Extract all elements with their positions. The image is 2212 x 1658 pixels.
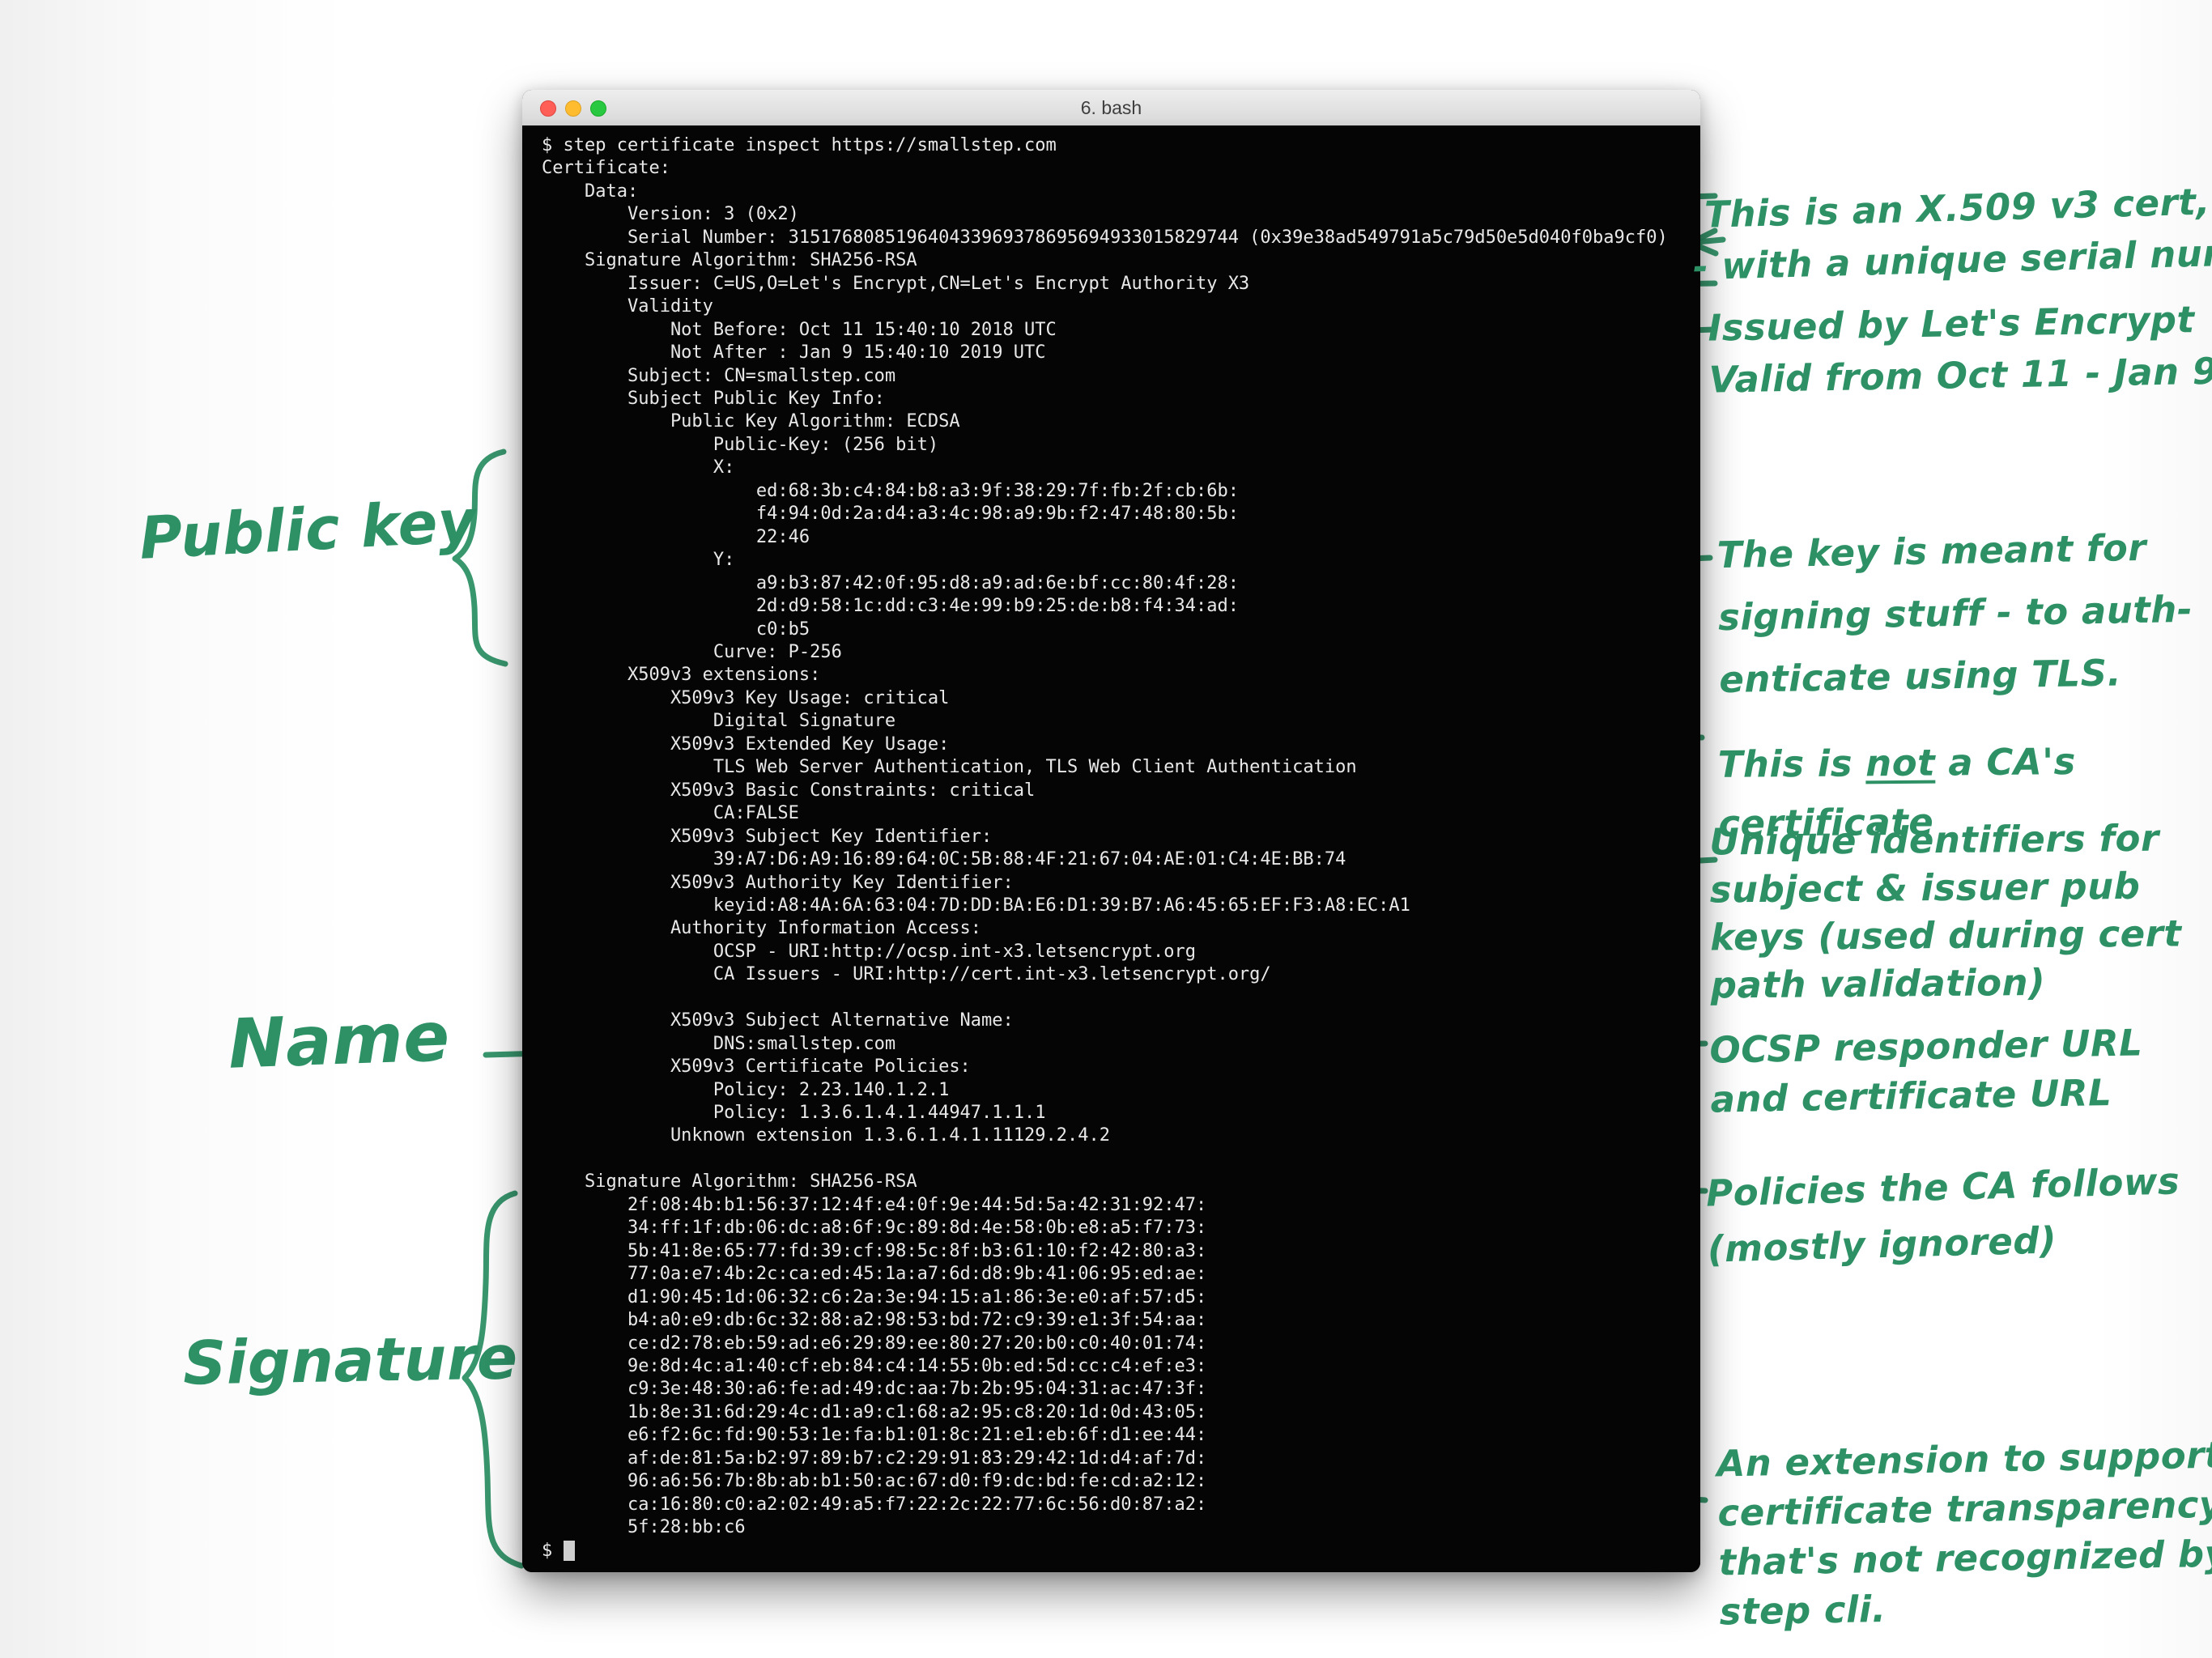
page: Public key Name Signature 6. bash $ step…: [0, 0, 2212, 1658]
terminal-line: a9:b3:87:42:0f:95:d8:a9:ad:6e:bf:cc:80:4…: [542, 572, 1700, 595]
terminal-line: X509v3 Key Usage: critical: [542, 687, 1700, 710]
note-line: that's not recognized by: [1718, 1529, 2212, 1588]
note-line: Issued by Let's Encrypt: [1708, 293, 2212, 354]
terminal-line: 77:0a:e7:4b:2c:ca:ed:45:1a:a7:6d:d8:9b:4…: [542, 1263, 1700, 1286]
note-issued-by: Issued by Let's Encrypt Valid from Oct 1…: [1708, 293, 2212, 406]
terminal-line: X509v3 Extended Key Usage:: [542, 733, 1700, 756]
note-line: Unique identifiers for: [1709, 814, 2181, 865]
terminal-line: DNS:smallstep.com: [542, 1033, 1700, 1056]
terminal-line: X509v3 Basic Constraints: critical: [542, 780, 1700, 802]
terminal-line: Signature Algorithm: SHA256-RSA: [542, 1171, 1700, 1193]
terminal-line: 39:A7:D6:A9:16:89:64:0C:5B:88:4F:21:67:0…: [542, 848, 1700, 871]
terminal-line: Y:: [542, 549, 1700, 572]
terminal-line: 96:a6:56:7b:8b:ab:b1:50:ac:67:d0:f9:dc:b…: [542, 1470, 1700, 1493]
terminal-line: Issuer: C=US,O=Let's Encrypt,CN=Let's En…: [542, 273, 1700, 295]
note-line: certificate transparency: [1717, 1480, 2212, 1538]
terminal-line: keyid:A8:4A:6A:63:04:7D:DD:BA:E6:D1:39:B…: [542, 895, 1700, 917]
terminal-line: [542, 987, 1700, 1010]
terminal-line: Policy: 2.23.140.1.2.1: [542, 1079, 1700, 1102]
terminal-line: TLS Web Server Authentication, TLS Web C…: [542, 756, 1700, 779]
terminal-line: Public Key Algorithm: ECDSA: [542, 410, 1700, 433]
terminal-screen[interactable]: $ step certificate inspect https://small…: [522, 125, 1700, 1572]
note-line: OCSP responder URL: [1709, 1018, 2143, 1074]
note-line: subject & issuer pub: [1709, 861, 2181, 913]
terminal-line: CA:FALSE: [542, 802, 1700, 825]
terminal-line: Curve: P-256: [542, 641, 1700, 664]
note-line: enticate using TLS.: [1719, 640, 2194, 711]
terminal-line: Not Before: Oct 11 15:40:10 2018 UTC: [542, 319, 1700, 342]
terminal-line: c9:3e:48:30:a6:fe:ad:49:dc:aa:7b:2b:95:0…: [542, 1378, 1700, 1401]
terminal-output: $ step certificate inspect https://small…: [542, 134, 1700, 1540]
terminal-line: 5f:28:bb:c6: [542, 1516, 1700, 1539]
terminal-cursor: [564, 1541, 575, 1561]
terminal-line: ce:d2:78:eb:59:ad:e6:29:89:ee:80:27:20:b…: [542, 1333, 1700, 1355]
note-ct-extension: An extension to support certificate tran…: [1716, 1431, 2212, 1637]
paper-shading-left: [0, 0, 348, 1658]
note-signature: Signature: [182, 1323, 518, 1398]
note-line: path validation): [1711, 957, 2183, 1009]
note-line: An extension to support: [1716, 1431, 2212, 1489]
terminal-line: e6:f2:6c:fd:90:53:1e:fa:b1:01:8c:21:e1:e…: [542, 1424, 1700, 1447]
window-title: 6. bash: [522, 90, 1700, 125]
terminal-line: 5b:41:8e:65:77:fd:39:cf:98:5c:8f:b3:61:1…: [542, 1240, 1700, 1263]
terminal-line: Certificate:: [542, 157, 1700, 180]
note-line: Valid from Oct 11 - Jan 9.: [1708, 345, 2212, 406]
terminal-line: Digital Signature: [542, 710, 1700, 733]
terminal-line: Version: 3 (0x2): [542, 203, 1700, 226]
terminal-line: b4:a0:e9:db:6c:32:88:a2:98:53:bd:72:c9:3…: [542, 1309, 1700, 1332]
terminal-line: 9e:8d:4c:a1:40:cf:eb:84:c4:14:55:0b:ed:5…: [542, 1355, 1700, 1378]
terminal-line: Signature Algorithm: SHA256-RSA: [542, 249, 1700, 272]
note-identifiers: Unique identifiers for subject & issuer …: [1709, 814, 2182, 1009]
terminal-line: f4:94:0d:2a:d4:a3:4c:98:a9:9b:f2:47:48:8…: [542, 503, 1700, 525]
note-key-usage: The key is meant for signing stuff - to …: [1716, 516, 2194, 711]
note-line: signing stuff - to auth-: [1717, 578, 2193, 648]
terminal-line: Serial Number: 3151768085196404339693786…: [542, 227, 1700, 249]
terminal-line: X509v3 extensions:: [542, 664, 1700, 687]
terminal-line: Policy: 1.3.6.1.4.1.44947.1.1.1: [542, 1102, 1700, 1124]
prompt-symbol: $: [542, 1541, 564, 1561]
terminal-line: $ step certificate inspect https://small…: [542, 134, 1700, 157]
note-x509-cert: This is an X.509 v3 cert, - with a uniqu…: [1704, 173, 2212, 293]
terminal-line: Data:: [542, 181, 1700, 203]
note-name: Name: [227, 997, 451, 1083]
prompt-line: $: [542, 1540, 1700, 1562]
note-line: keys (used during cert: [1710, 909, 2182, 961]
terminal-line: Not After : Jan 9 15:40:10 2019 UTC: [542, 342, 1700, 364]
terminal-line: 34:ff:1f:db:06:dc:a8:6f:9c:89:8d:4e:58:0…: [542, 1217, 1700, 1239]
terminal-line: d1:90:45:1d:06:32:c6:2a:3e:94:15:a1:86:3…: [542, 1286, 1700, 1309]
terminal-line: [542, 1148, 1700, 1171]
note-line: and certificate URL: [1710, 1067, 2144, 1124]
terminal-window: 6. bash $ step certificate inspect https…: [522, 90, 1700, 1572]
terminal-line: X509v3 Subject Key Identifier:: [542, 826, 1700, 848]
terminal-line: ed:68:3b:c4:84:b8:a3:9f:38:29:7f:fb:2f:c…: [542, 480, 1700, 503]
note-ocsp-urls: OCSP responder URL and certificate URL: [1709, 1018, 2144, 1124]
terminal-line: c0:b5: [542, 619, 1700, 641]
terminal-line: X509v3 Authority Key Identifier:: [542, 872, 1700, 895]
terminal-line: 1b:8e:31:6d:29:4c:d1:a9:c1:68:a2:95:c8:2…: [542, 1401, 1700, 1424]
terminal-line: Authority Information Access:: [542, 917, 1700, 940]
terminal-line: OCSP - URI:http://ocsp.int-x3.letsencryp…: [542, 941, 1700, 963]
note-line: This is not a CA's: [1717, 732, 2076, 794]
terminal-line: Unknown extension 1.3.6.1.4.1.11129.2.4.…: [542, 1124, 1700, 1147]
note-line: The key is meant for: [1716, 516, 2192, 586]
terminal-line: X509v3 Certificate Policies:: [542, 1056, 1700, 1078]
note-policies: Policies the CA follows (mostly ignored): [1705, 1153, 2182, 1277]
terminal-line: 2f:08:4b:b1:56:37:12:4f:e4:0f:9e:44:5d:5…: [542, 1194, 1700, 1217]
terminal-line: Subject Public Key Info:: [542, 388, 1700, 410]
note-line: step cli.: [1719, 1578, 2212, 1636]
titlebar[interactable]: 6. bash: [522, 90, 1700, 126]
terminal-line: CA Issuers - URI:http://cert.int-x3.lets…: [542, 963, 1700, 986]
terminal-line: X:: [542, 457, 1700, 479]
brace-public-key: [455, 452, 505, 664]
terminal-line: X509v3 Subject Alternative Name:: [542, 1010, 1700, 1032]
terminal-line: Public-Key: (256 bit): [542, 434, 1700, 457]
terminal-line: 22:46: [542, 526, 1700, 549]
terminal-line: Subject: CN=smallstep.com: [542, 365, 1700, 388]
terminal-line: ca:16:80:c0:a2:02:49:a5:f7:22:2c:22:77:6…: [542, 1494, 1700, 1516]
terminal-line: af:de:81:5a:b2:97:89:b7:c2:29:91:83:29:4…: [542, 1448, 1700, 1470]
terminal-line: Validity: [542, 295, 1700, 318]
terminal-line: 2d:d9:58:1c:dd:c3:4e:99:b9:25:de:b8:f4:3…: [542, 595, 1700, 618]
